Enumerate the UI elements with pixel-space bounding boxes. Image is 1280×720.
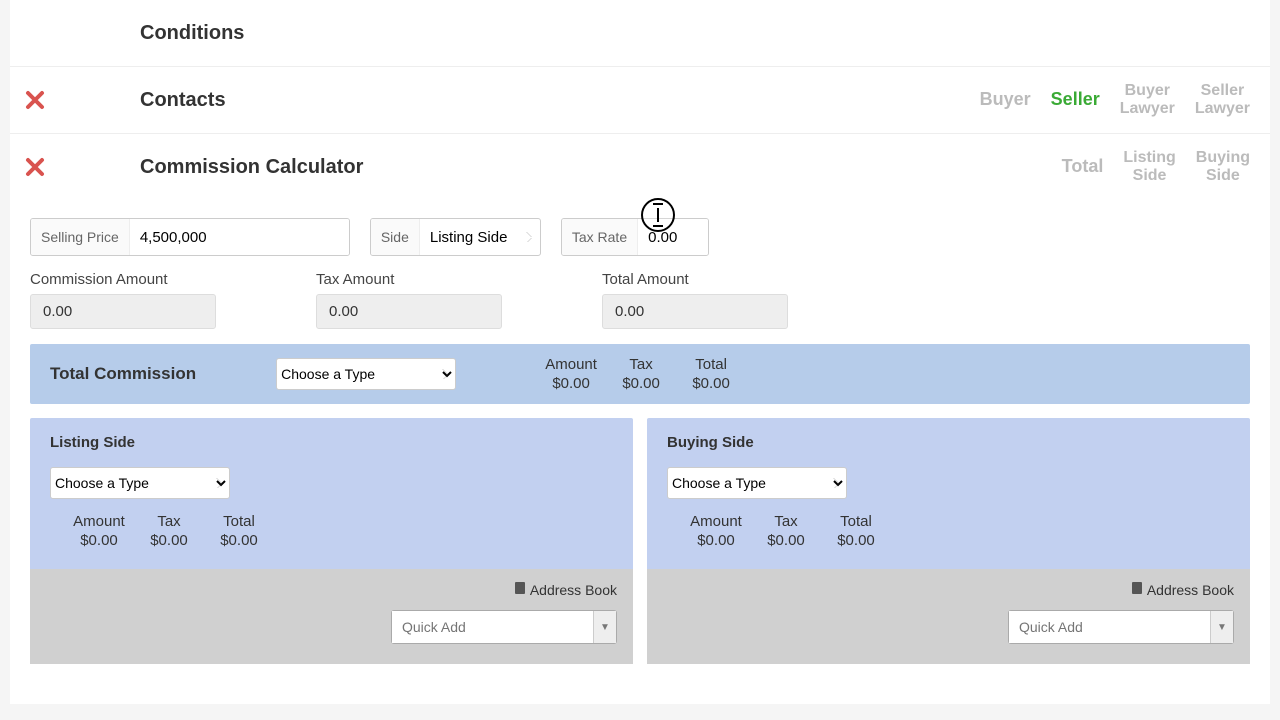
chevron-down-icon[interactable]: ▼ — [1210, 611, 1233, 643]
buying-side-title: Buying Side — [667, 434, 1230, 451]
tax-rate-label: Tax Rate — [562, 219, 638, 255]
total-commission-bar: Total Commission Choose a Type Amount Ta… — [30, 344, 1250, 404]
listing-type-select[interactable]: Choose a Type — [50, 467, 230, 499]
listing-side-panel: Listing Side Choose a Type Amount Tax To… — [30, 418, 633, 664]
tax-rate-input[interactable] — [638, 219, 708, 255]
tab-buying-side[interactable]: Buying Side — [1196, 149, 1250, 184]
buying-address-book-link[interactable]: Address Book — [663, 581, 1234, 598]
buying-type-select[interactable]: Choose a Type — [667, 467, 847, 499]
book-icon — [1131, 581, 1143, 598]
contacts-tabs: Buyer Seller Buyer Lawyer Seller Lawyer — [980, 82, 1250, 117]
listing-side-title: Listing Side — [50, 434, 613, 451]
calculator-form-row: Selling Price Side Listing Side Tax Rate — [10, 200, 1270, 266]
commission-amount-value: 0.00 — [30, 294, 216, 329]
contacts-row: Contacts Buyer Seller Buyer Lawyer Selle… — [10, 67, 1270, 134]
sides-row: Listing Side Choose a Type Amount Tax To… — [10, 404, 1270, 664]
tab-total[interactable]: Total — [1062, 157, 1104, 177]
conditions-row: Conditions — [10, 0, 1270, 67]
tab-buyer[interactable]: Buyer — [980, 90, 1031, 110]
tab-seller[interactable]: Seller — [1051, 90, 1100, 110]
chevron-down-icon[interactable]: ▼ — [593, 611, 616, 643]
listing-address-book-link[interactable]: Address Book — [46, 581, 617, 598]
amounts-row: Commission Amount 0.00 Tax Amount 0.00 T… — [10, 266, 1270, 344]
side-label: Side — [371, 219, 420, 255]
total-commission-title: Total Commission — [50, 364, 196, 384]
commission-amount-label: Commission Amount — [30, 271, 216, 288]
total-amount-value: 0.00 — [602, 294, 788, 329]
buying-quick-add-input[interactable] — [1009, 611, 1210, 643]
buying-side-panel: Buying Side Choose a Type Amount Tax Tot… — [647, 418, 1250, 664]
tab-buyer-lawyer[interactable]: Buyer Lawyer — [1120, 82, 1175, 117]
total-commission-type-select[interactable]: Choose a Type — [276, 358, 456, 390]
calculator-row: Commission Calculator Total Listing Side… — [10, 134, 1270, 200]
selling-price-group: Selling Price — [30, 218, 350, 256]
conditions-title: Conditions — [50, 22, 1250, 45]
total-amount-label: Total Amount — [602, 271, 788, 288]
tab-listing-side[interactable]: Listing Side — [1123, 149, 1175, 184]
selling-price-label: Selling Price — [31, 219, 130, 255]
side-select[interactable]: Listing Side — [420, 229, 540, 246]
selling-price-input[interactable] — [130, 219, 349, 255]
remove-contacts-icon[interactable] — [20, 90, 50, 110]
book-icon — [514, 581, 526, 598]
calculator-title: Commission Calculator — [50, 156, 1062, 179]
total-commission-values: Amount Tax Total $0.00 $0.00 $0.00 — [536, 356, 746, 392]
buying-quick-add[interactable]: ▼ — [1008, 610, 1234, 644]
calculator-tabs: Total Listing Side Buying Side — [1062, 149, 1250, 184]
listing-quick-add-input[interactable] — [392, 611, 593, 643]
tax-amount-label: Tax Amount — [316, 271, 502, 288]
contacts-title: Contacts — [50, 89, 980, 112]
side-group: Side Listing Side — [370, 218, 541, 256]
listing-quick-add[interactable]: ▼ — [391, 610, 617, 644]
tab-seller-lawyer[interactable]: Seller Lawyer — [1195, 82, 1250, 117]
listing-values: Amount Tax Total $0.00 $0.00 $0.00 — [64, 513, 613, 549]
tax-amount-value: 0.00 — [316, 294, 502, 329]
buying-values: Amount Tax Total $0.00 $0.00 $0.00 — [681, 513, 1230, 549]
remove-calculator-icon[interactable] — [20, 157, 50, 177]
tax-rate-group: Tax Rate — [561, 218, 709, 256]
